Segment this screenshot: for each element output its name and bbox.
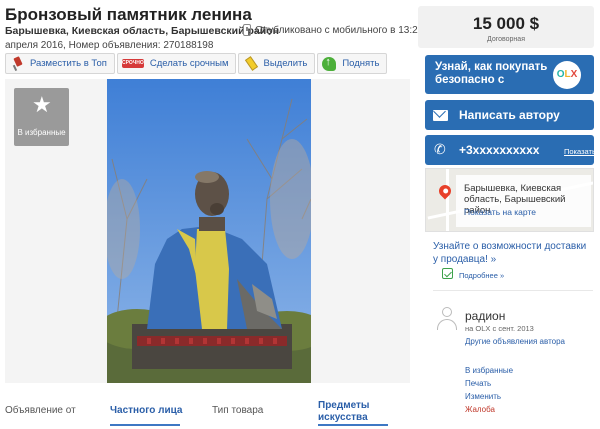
favorites-label: В избранные — [17, 128, 66, 137]
urgent-badge-icon: СРОЧНО — [121, 59, 144, 68]
mobile-phone-icon — [243, 24, 251, 36]
attribute-value-seller-type[interactable]: Частного лица — [110, 405, 182, 416]
add-to-favorites-link[interactable]: В избранные — [465, 364, 513, 377]
delivery-info-link[interactable]: Узнайте о возможности доставки у продавц… — [433, 240, 593, 266]
attribute-label-product-type: Тип товара — [212, 405, 264, 416]
show-on-map-link[interactable]: Показать на карте — [464, 207, 536, 217]
attribute-underline — [110, 424, 180, 426]
promotion-toolbar: Разместить в Топ СРОЧНО Сделать срочным … — [5, 53, 388, 74]
raise-arrow-icon — [322, 56, 337, 71]
user-avatar-icon — [436, 307, 458, 331]
make-urgent-label: Сделать срочным — [149, 58, 229, 69]
location-map[interactable]: Барышевка, Киевская область, Барышевский… — [425, 168, 594, 232]
attribute-value-product-type[interactable]: Предметы искусства — [318, 400, 388, 424]
price-value: 15 000 $ — [472, 14, 540, 33]
listing-location: Барышевка, Киевская область, Барышевский… — [5, 25, 279, 37]
more-details-link[interactable]: Подробнее » — [459, 271, 504, 280]
price-note: Договорная — [487, 36, 525, 43]
attribute-underline — [318, 424, 388, 426]
raise-button[interactable]: Поднять — [317, 53, 388, 74]
listing-title: Бронзовый памятник ленина — [5, 5, 252, 24]
show-phone-link[interactable]: Показать — [564, 147, 596, 156]
lenin-monument-photo — [107, 79, 311, 383]
make-urgent-button[interactable]: СРОЧНО Сделать срочным — [116, 53, 237, 74]
checkmark-icon — [442, 268, 453, 279]
published-info-line2: апреля 2016, Номер объявления: 270188198 — [5, 40, 214, 51]
promote-top-button[interactable]: Разместить в Топ — [5, 53, 115, 74]
olx-logo: OLX — [553, 61, 581, 89]
listing-actions: В избранные Печать Изменить Жалоба — [465, 364, 513, 416]
marker-icon — [243, 57, 257, 71]
seller-name: радион — [465, 309, 506, 323]
olx-safety-text: Узнай, как покупать безопасно с — [435, 61, 548, 86]
attribute-label-seller-type: Объявление от — [5, 405, 76, 416]
phone-icon: ✆ — [434, 141, 446, 157]
map-pin-icon — [436, 182, 454, 200]
raise-label: Поднять — [342, 58, 380, 69]
seller-other-ads-link[interactable]: Другие объявления автора — [465, 337, 565, 346]
print-link[interactable]: Печать — [465, 377, 513, 390]
highlight-label: Выделить — [263, 58, 308, 69]
phone-button[interactable]: ✆ +3xxxxxxxxxx Показать — [425, 135, 596, 165]
published-info: Опубликовано с мобильного в 13:29, 25 — [255, 25, 440, 36]
promote-top-label: Разместить в Топ — [30, 58, 107, 69]
pin-icon — [10, 57, 24, 71]
photo-gallery: ★ В избранные — [5, 79, 410, 383]
write-author-button[interactable]: Написать автору — [425, 100, 594, 130]
main-photo[interactable] — [107, 79, 311, 383]
map-road — [446, 169, 449, 231]
olx-safety-banner[interactable]: Узнай, как покупать безопасно с OLX — [425, 55, 594, 94]
report-link[interactable]: Жалоба — [465, 403, 513, 416]
write-author-label: Написать автору — [459, 108, 560, 122]
envelope-icon — [433, 110, 448, 121]
seller-since: на OLX с сент. 2013 — [465, 324, 534, 333]
highlight-button[interactable]: Выделить — [238, 53, 316, 74]
star-icon: ★ — [32, 92, 52, 117]
phone-number: +3xxxxxxxxxx — [459, 143, 540, 157]
edit-link[interactable]: Изменить — [465, 390, 513, 403]
add-to-favorites-button[interactable]: ★ В избранные — [14, 88, 69, 146]
price-box: 15 000 $ Договорная — [418, 6, 594, 48]
divider — [433, 290, 593, 291]
